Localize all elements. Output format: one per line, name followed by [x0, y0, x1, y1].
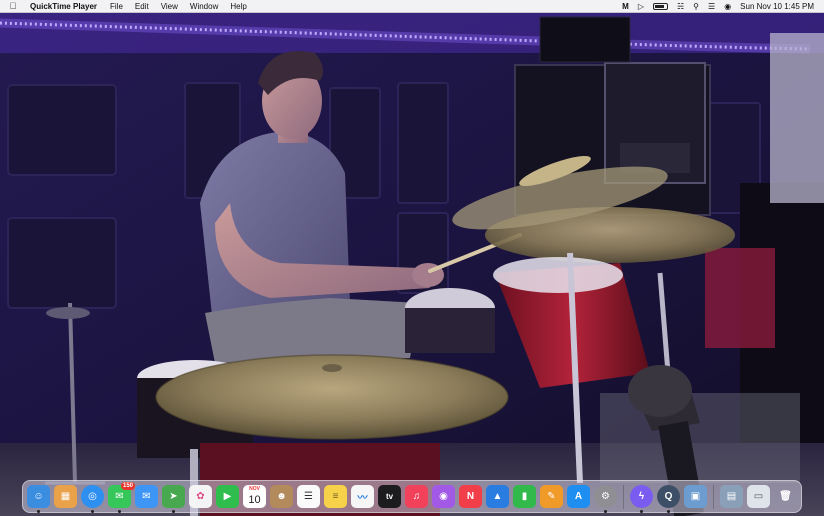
menu-bar-clock[interactable]: Sun Nov 10 1:45 PM — [740, 2, 814, 11]
dock-keynote-icon[interactable]: ▲ — [486, 485, 509, 508]
dock-pages-icon[interactable]: ✎ — [540, 485, 563, 508]
dock-contacts-icon[interactable]: ☻ — [270, 485, 293, 508]
dock-numbers-icon[interactable]: ▮ — [513, 485, 536, 508]
dock-podcasts-icon[interactable]: ◉ — [432, 485, 455, 508]
dock-launchpad-icon[interactable]: ▦ — [54, 485, 77, 508]
battery-icon[interactable] — [652, 2, 668, 10]
menu-bar:  QuickTime Player File Edit View Window… — [0, 0, 824, 13]
dock-downloads-stack-icon[interactable]: ▤ — [720, 485, 743, 508]
menu-window[interactable]: Window — [184, 0, 224, 13]
dock-tv-icon[interactable]: tv — [378, 485, 401, 508]
dock-trash-icon[interactable]: 🗑 — [774, 485, 797, 508]
dock-maps-icon[interactable]: ➤ — [162, 485, 185, 513]
dock-documents-stack-icon[interactable]: ▭ — [747, 485, 770, 508]
menu-view[interactable]: View — [155, 0, 184, 13]
dock-reminders-icon[interactable]: ☰ — [297, 485, 320, 508]
wifi-icon[interactable]: ☵ — [677, 0, 684, 13]
dock-messages-icon[interactable]: ✉ 150 — [108, 482, 135, 513]
dock-calendar-icon[interactable]: NOV 10 — [243, 485, 266, 508]
dock-music-icon[interactable]: ♫ — [405, 485, 428, 508]
menu-edit[interactable]: Edit — [129, 0, 155, 13]
dock-finder-icon[interactable]: ☺ — [27, 485, 50, 513]
dock-mail-icon[interactable]: ✉ — [135, 485, 158, 508]
malwarebytes-icon[interactable]: M — [622, 0, 629, 13]
dock-quicktime-icon[interactable]: Q — [657, 485, 680, 513]
desktop:  QuickTime Player File Edit View Window… — [0, 0, 824, 516]
menu-file[interactable]: File — [104, 0, 129, 13]
play-icon[interactable]: ▷ — [638, 0, 644, 13]
dock-messenger-icon[interactable]: ϟ — [630, 485, 653, 513]
app-menu[interactable]: QuickTime Player — [26, 0, 104, 13]
dock-news-icon[interactable]: N — [459, 485, 482, 508]
video-frame[interactable] — [0, 13, 824, 516]
search-icon[interactable]: ⚲ — [693, 0, 699, 13]
dock-app-store-icon[interactable]: A — [567, 485, 590, 508]
menu-help[interactable]: Help — [224, 0, 252, 13]
dock-facetime-icon[interactable]: ▶ — [216, 485, 239, 508]
dock-photos-icon[interactable]: ✿ — [189, 485, 212, 508]
dock-separator-2 — [713, 484, 714, 509]
dock-system-settings-icon[interactable]: ⚙ — [594, 485, 617, 513]
dock-safari-icon[interactable]: ◎ — [81, 485, 104, 513]
control-center-icon[interactable]: ☰ — [708, 0, 715, 13]
messages-badge: 150 — [120, 482, 135, 490]
dock-preview-icon[interactable]: ▣ — [684, 485, 707, 508]
siri-icon[interactable]: ◉ — [724, 0, 731, 13]
dock-notes-icon[interactable]: ≡ — [324, 485, 347, 508]
apple-menu-icon[interactable]:  — [0, 1, 26, 11]
dock-separator — [623, 484, 624, 509]
dock-freeform-icon[interactable]: 〰 — [351, 485, 374, 508]
dock: ☺ ▦ ◎ ✉ 150 ✉ ➤ ✿ ▶ NOV 10 ☻ ☰ ≡ 〰 tv ♫ ◉… — [22, 480, 802, 513]
